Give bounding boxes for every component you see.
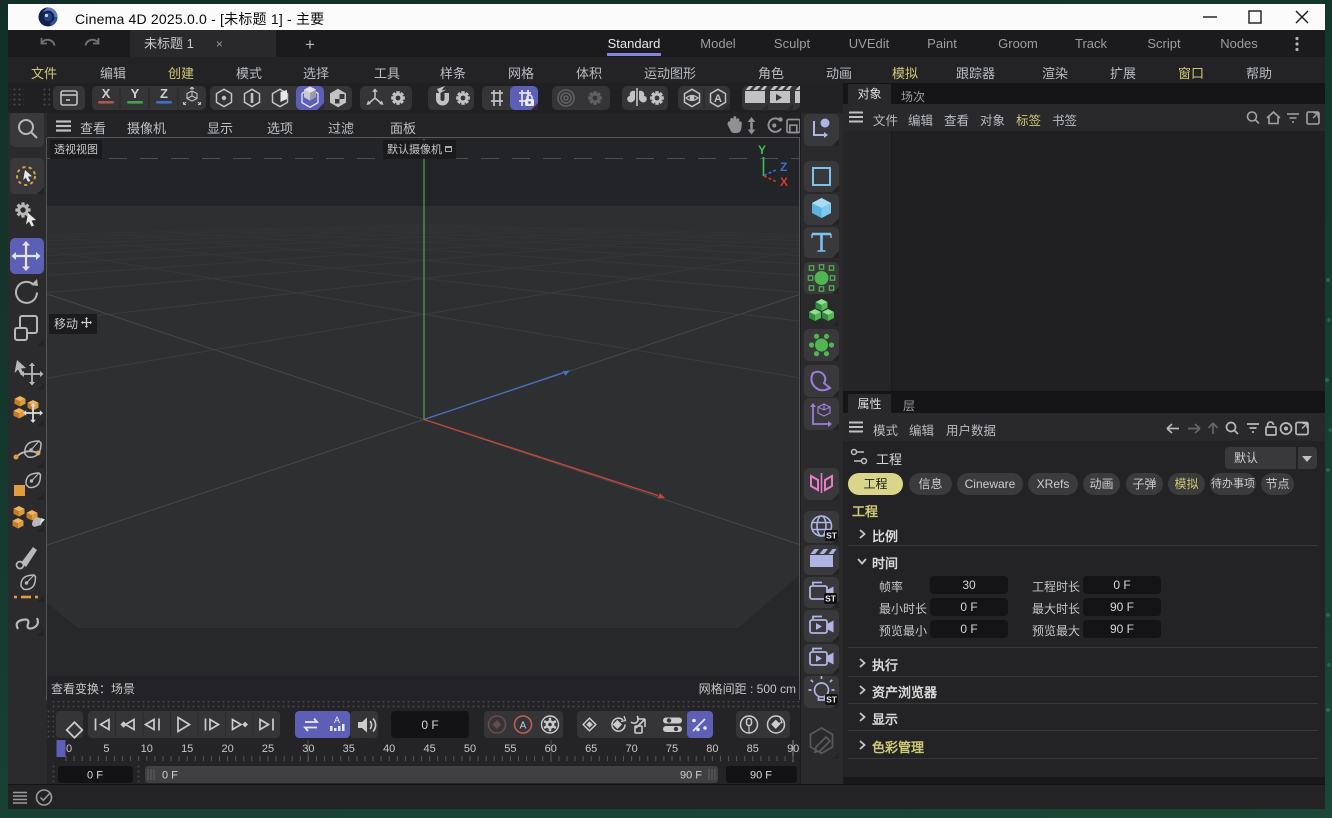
svg-text:90: 90	[787, 743, 799, 755]
svg-text:90 F: 90 F	[750, 770, 772, 782]
svg-text:0 F: 0 F	[162, 770, 178, 782]
svg-text:Y: Y	[758, 143, 766, 157]
svg-text:ST: ST	[826, 695, 838, 705]
svg-text:0: 0	[66, 743, 72, 755]
svg-text:85: 85	[747, 743, 759, 755]
svg-text:45: 45	[423, 743, 435, 755]
svg-text:15: 15	[181, 743, 193, 755]
svg-text:ST: ST	[825, 594, 837, 604]
svg-text:A: A	[520, 721, 527, 732]
svg-text:Z: Z	[160, 86, 168, 101]
svg-text:55: 55	[504, 743, 516, 755]
svg-text:90 F: 90 F	[680, 770, 702, 782]
svg-text:X: X	[780, 175, 788, 189]
svg-text:5: 5	[103, 743, 109, 755]
svg-text:A: A	[334, 715, 340, 725]
svg-text:40: 40	[383, 743, 395, 755]
svg-text:Y: Y	[131, 86, 140, 101]
svg-text:0 F: 0 F	[421, 718, 438, 732]
svg-text:ST: ST	[826, 531, 838, 541]
svg-text:65: 65	[585, 743, 597, 755]
svg-text:30: 30	[302, 743, 314, 755]
svg-text:80: 80	[706, 743, 718, 755]
svg-text:20: 20	[221, 743, 233, 755]
svg-text:Z: Z	[780, 160, 787, 174]
svg-text:60: 60	[545, 743, 557, 755]
svg-text:0 F: 0 F	[87, 770, 103, 782]
svg-text:70: 70	[625, 743, 637, 755]
svg-text:A: A	[714, 93, 722, 105]
svg-text:X: X	[102, 86, 111, 101]
svg-text:75: 75	[666, 743, 678, 755]
svg-text:50: 50	[464, 743, 476, 755]
svg-text:35: 35	[343, 743, 355, 755]
svg-text:25: 25	[262, 743, 274, 755]
svg-text:10: 10	[141, 743, 153, 755]
